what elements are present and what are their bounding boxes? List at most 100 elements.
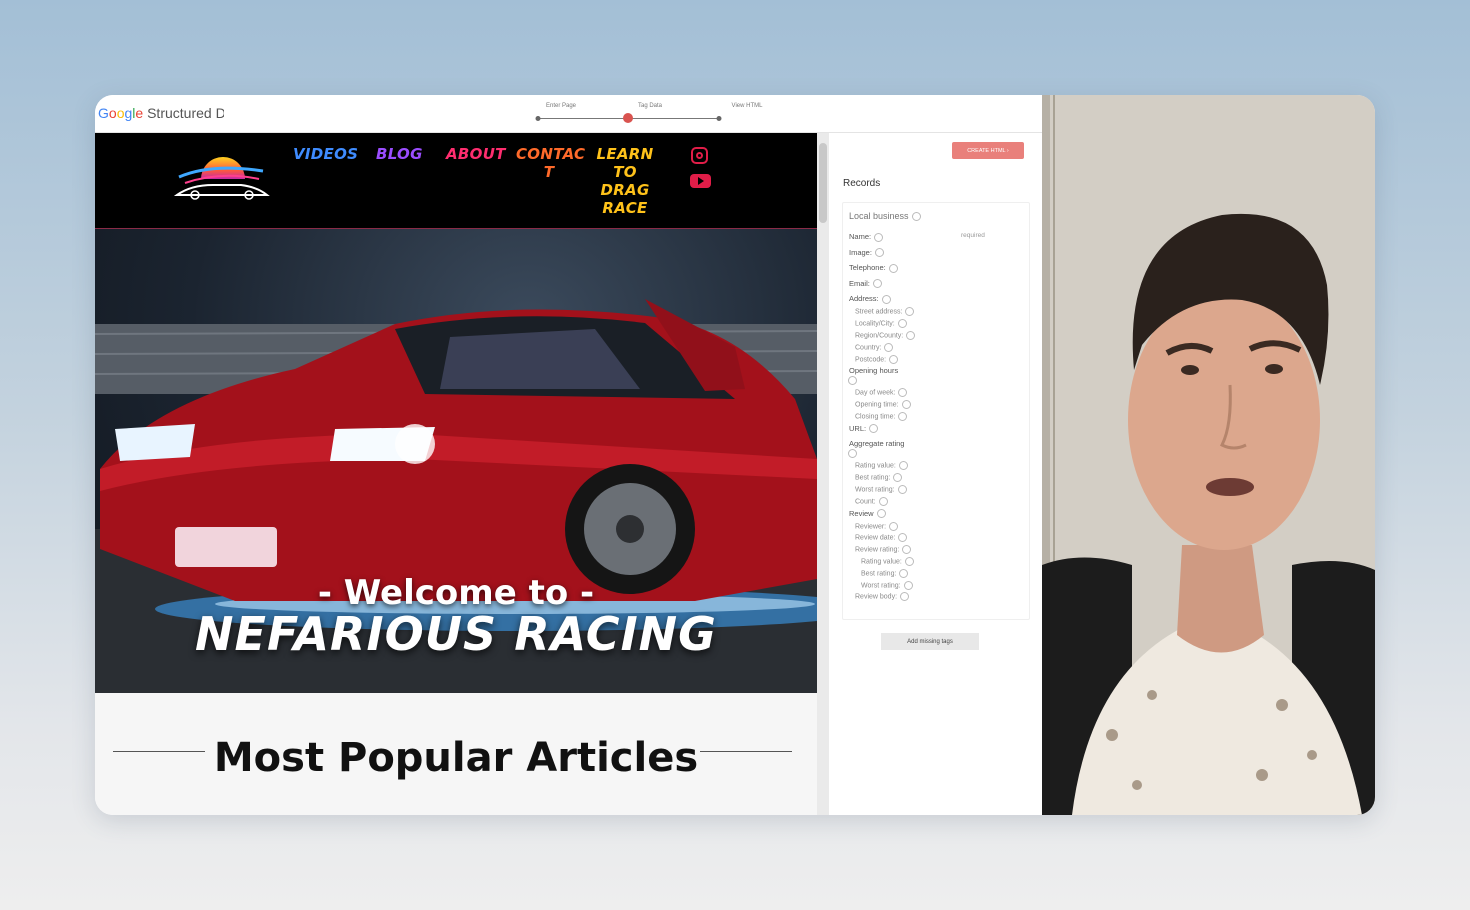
field-label: Closing time: bbox=[855, 413, 896, 421]
nav-learn-to-drag-race[interactable]: LEARN TO DRAG RACE bbox=[595, 145, 655, 217]
field-region-county[interactable]: Region/County: bbox=[855, 331, 916, 340]
help-icon[interactable] bbox=[884, 342, 894, 352]
help-icon[interactable] bbox=[898, 461, 908, 471]
nav-videos[interactable]: VIDEOS bbox=[293, 145, 358, 163]
field-label: Aggregate rating bbox=[849, 439, 905, 449]
help-icon[interactable] bbox=[872, 279, 882, 289]
page-preview: VIDEOS BLOG ABOUT CONTAC T LEARN TO DRAG RAC… bbox=[95, 133, 817, 815]
field-opening-hours[interactable]: Opening hours bbox=[849, 366, 898, 375]
help-icon[interactable] bbox=[848, 376, 857, 386]
field-address[interactable]: Address: bbox=[849, 294, 891, 304]
instagram-icon[interactable] bbox=[691, 147, 708, 164]
nav-contact[interactable]: CONTAC T bbox=[516, 145, 585, 181]
field-review-body[interactable]: Review body: bbox=[855, 592, 910, 602]
help-icon[interactable] bbox=[903, 580, 913, 590]
help-icon[interactable] bbox=[901, 400, 911, 410]
field-name[interactable]: Name: bbox=[849, 232, 884, 242]
help-icon[interactable] bbox=[911, 212, 921, 222]
help-icon[interactable] bbox=[874, 232, 884, 242]
field-best-rating[interactable]: Best rating: bbox=[861, 568, 909, 578]
help-icon[interactable] bbox=[889, 354, 899, 364]
nav-label-line: TO bbox=[613, 163, 637, 181]
help-icon[interactable] bbox=[874, 248, 884, 258]
field-telephone[interactable]: Telephone: bbox=[849, 263, 898, 273]
help-icon[interactable] bbox=[848, 449, 857, 459]
help-icon[interactable] bbox=[881, 294, 891, 304]
field-label: Street address: bbox=[855, 308, 903, 316]
tagging-panel: CREATE HTML › Records Local business req… bbox=[830, 133, 1042, 815]
field-label: Rating value: bbox=[855, 462, 896, 470]
youtube-icon[interactable] bbox=[690, 174, 711, 188]
field-closing-time[interactable]: Closing time: bbox=[855, 412, 908, 421]
scroll-thumb[interactable] bbox=[819, 143, 827, 223]
field-image[interactable]: Image: bbox=[849, 248, 884, 258]
field-worst-rating[interactable]: Worst rating: bbox=[855, 485, 907, 494]
help-icon[interactable] bbox=[897, 319, 907, 329]
help-icon[interactable] bbox=[898, 533, 908, 543]
field-rating-value[interactable]: Rating value: bbox=[855, 461, 908, 471]
required-note: required bbox=[961, 232, 985, 239]
field-rating-value[interactable]: Rating value: bbox=[861, 557, 914, 566]
field-count[interactable]: Count: bbox=[855, 496, 888, 506]
field-label: Review bbox=[849, 508, 874, 518]
help-icon[interactable] bbox=[898, 412, 908, 421]
help-icon[interactable] bbox=[888, 263, 898, 273]
step-enter-page-dot[interactable] bbox=[535, 116, 541, 121]
step-view-html-dot[interactable] bbox=[716, 116, 722, 121]
help-icon[interactable] bbox=[898, 388, 908, 398]
presenter-video bbox=[1042, 95, 1375, 815]
tool-logo: Google Structured D bbox=[98, 105, 224, 121]
preview-scrollbar[interactable] bbox=[817, 133, 829, 815]
hero-banner: - Welcome to - NEFARIOUS RACING bbox=[95, 229, 817, 693]
step-enter-page-label[interactable]: Enter Page bbox=[546, 103, 576, 109]
help-icon[interactable] bbox=[899, 568, 909, 578]
site-logo[interactable] bbox=[171, 149, 271, 205]
field-opening-time[interactable]: Opening time: bbox=[855, 400, 911, 410]
field-url[interactable]: URL: bbox=[849, 423, 879, 434]
field-label: Telephone: bbox=[849, 263, 886, 273]
help-icon[interactable] bbox=[878, 496, 888, 506]
field-email[interactable]: Email: bbox=[849, 279, 882, 289]
step-tag-data-dot[interactable] bbox=[623, 113, 633, 123]
add-missing-tags-button[interactable]: Add missing tags bbox=[881, 633, 979, 650]
field-locality-city[interactable]: Locality/City: bbox=[855, 319, 907, 329]
field-label: Opening hours bbox=[849, 366, 899, 376]
articles-title: Most Popular Articles bbox=[213, 735, 699, 781]
field-worst-rating[interactable]: Worst rating: bbox=[861, 580, 913, 590]
help-icon[interactable] bbox=[869, 424, 879, 434]
field-label: Name: bbox=[849, 232, 872, 241]
help-icon[interactable] bbox=[897, 485, 907, 494]
tool-header: Google Structured D Enter Page Tag Data … bbox=[95, 95, 1042, 133]
field-review-rating[interactable]: Review rating: bbox=[855, 545, 912, 555]
help-icon[interactable] bbox=[906, 331, 916, 340]
nav-label-line: T bbox=[543, 163, 555, 181]
nav-about[interactable]: ABOUT bbox=[446, 145, 506, 163]
field-street-address[interactable]: Street address: bbox=[855, 307, 915, 317]
field-country[interactable]: Country: bbox=[855, 342, 894, 352]
field-review-date[interactable]: Review date: bbox=[855, 533, 908, 543]
records-box: Local business required Name: Image: Telep… bbox=[842, 202, 1030, 620]
field-aggregate-rating[interactable]: Aggregate rating bbox=[849, 439, 904, 448]
field-label: Locality/City: bbox=[855, 320, 895, 328]
field-postcode[interactable]: Postcode: bbox=[855, 354, 899, 364]
field-best-rating[interactable]: Best rating: bbox=[855, 473, 903, 483]
field-review[interactable]: Review bbox=[849, 509, 886, 519]
help-icon[interactable] bbox=[904, 557, 914, 566]
step-tag-data-label[interactable]: Tag Data bbox=[638, 103, 662, 109]
site-nav-bar: VIDEOS BLOG ABOUT CONTAC T LEARN TO DRAG RAC… bbox=[95, 133, 817, 229]
logo-letter: G bbox=[98, 105, 109, 121]
help-icon[interactable] bbox=[889, 521, 899, 531]
field-day-of-week[interactable]: Day of week: bbox=[855, 388, 908, 398]
help-icon[interactable] bbox=[900, 592, 910, 602]
help-icon[interactable] bbox=[876, 509, 886, 519]
field-reviewer[interactable]: Reviewer: bbox=[855, 521, 899, 531]
step-view-html-label[interactable]: View HTML bbox=[732, 103, 763, 109]
logo-letter: o bbox=[108, 105, 117, 121]
create-html-button[interactable]: CREATE HTML › bbox=[952, 142, 1024, 159]
help-icon[interactable] bbox=[902, 545, 912, 555]
field-label: Best rating: bbox=[855, 474, 891, 482]
help-icon[interactable] bbox=[905, 307, 915, 317]
field-label: URL: bbox=[849, 423, 867, 433]
nav-blog[interactable]: BLOG bbox=[376, 145, 423, 163]
help-icon[interactable] bbox=[893, 473, 903, 483]
